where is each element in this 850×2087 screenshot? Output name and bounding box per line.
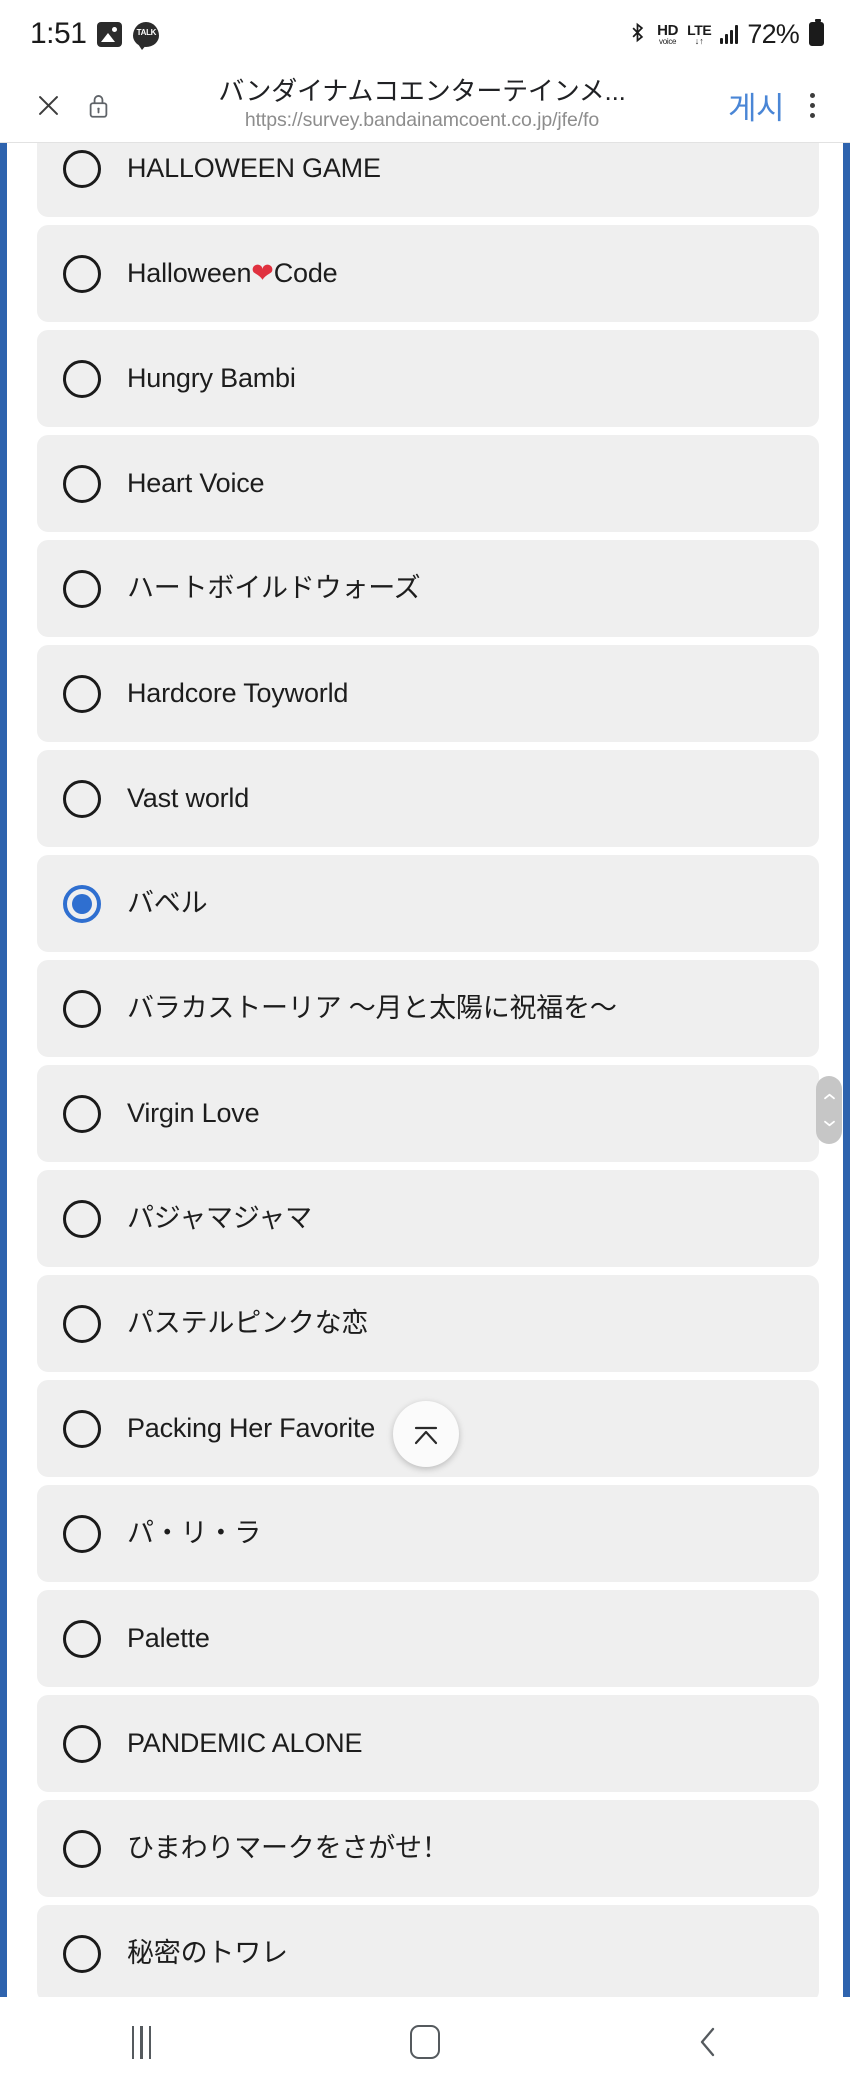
radio-button[interactable] (63, 1724, 101, 1763)
kakaotalk-icon-label: TALK (136, 28, 157, 37)
back-icon (701, 2027, 715, 2057)
radio-option-row[interactable]: バラカストーリア ～月と太陽に祝福を～ (37, 960, 819, 1057)
android-navigation-bar (0, 1997, 850, 2087)
radio-option-row[interactable]: Palette (37, 1590, 819, 1687)
signal-strength-icon (720, 24, 739, 44)
radio-button[interactable] (63, 254, 101, 293)
page-left-border (0, 143, 7, 1997)
close-icon[interactable] (24, 81, 72, 129)
radio-option-row[interactable]: バベル (37, 855, 819, 952)
radio-option-label: Palette (127, 1622, 210, 1653)
page-title: バンダイナムコエンターテインメ... (218, 77, 626, 107)
radio-button[interactable] (63, 464, 101, 503)
radio-option-row[interactable]: ひまわりマークをさがせ！ (37, 1800, 819, 1897)
lte-bottom: ↓↑ (694, 35, 704, 46)
radio-option-label: Vast world (127, 782, 250, 813)
label-text-before-heart: Halloween (127, 257, 252, 288)
back-button[interactable] (567, 1997, 850, 2087)
radio-option-row[interactable]: パ・リ・ラ (37, 1485, 819, 1582)
status-bar: 1:51 TALK HD voice LTE ↓↑ 72% (0, 0, 850, 68)
radio-button[interactable] (63, 1514, 101, 1553)
status-clock: 1:51 (30, 17, 87, 50)
radio-option-row[interactable]: PANDEMIC ALONE (37, 1695, 819, 1792)
radio-option-label: HALLOWEEN GAME (127, 152, 381, 183)
post-button[interactable]: 게시 (720, 83, 790, 128)
radio-option-label: Packing Her Favorite (127, 1412, 376, 1443)
radio-button[interactable] (63, 1934, 101, 1973)
status-bar-right: HD voice LTE ↓↑ 72% (627, 19, 824, 50)
photo-icon (97, 21, 123, 47)
radio-option-row[interactable]: パジャマジャマ (37, 1170, 819, 1267)
radio-option-label: 秘密のトワレ (127, 1937, 288, 1968)
kakaotalk-icon: TALK (133, 21, 160, 50)
page-right-border (843, 143, 850, 1997)
more-options-icon[interactable] (790, 81, 834, 129)
battery-percent-label: 72% (747, 18, 799, 49)
radio-option-label: Virgin Love (127, 1097, 260, 1128)
radio-option-label: Halloween❤Code (127, 257, 338, 289)
radio-option-row[interactable]: パステルピンクな恋 (37, 1275, 819, 1372)
radio-button[interactable] (63, 359, 101, 398)
radio-button[interactable] (63, 569, 101, 608)
radio-option-row[interactable]: 秘密のトワレ (37, 1905, 819, 1997)
radio-button[interactable] (63, 1829, 101, 1868)
radio-option-label: パジャマジャマ (127, 1202, 312, 1233)
heart-icon: ❤ (251, 257, 274, 288)
hd-voice-bottom: voice (659, 36, 677, 46)
address-bar[interactable]: バンダイナムコエンターテインメ... https://survey.bandai… (130, 77, 720, 132)
scrollbar-thumb[interactable] (816, 1076, 842, 1144)
lte-top: LTE (687, 21, 712, 38)
battery-icon (809, 19, 824, 46)
radio-option-row[interactable]: Heart Voice (37, 435, 819, 532)
radio-option-label: ひまわりマークをさがせ！ (127, 1832, 449, 1863)
radio-button[interactable] (63, 779, 101, 818)
webpage-viewport: HALLOWEEN GAME Halloween❤Code Hungry Bambi… (0, 143, 850, 1997)
radio-option-row[interactable]: HALLOWEEN GAME (37, 143, 819, 217)
radio-button[interactable] (63, 1619, 101, 1658)
radio-option-row[interactable]: Virgin Love (37, 1065, 819, 1162)
lte-icon: LTE ↓↑ (687, 21, 712, 46)
radio-button[interactable] (63, 1094, 101, 1133)
radio-option-label: PANDEMIC ALONE (127, 1727, 363, 1758)
radio-options-list: HALLOWEEN GAME Halloween❤Code Hungry Bambi… (37, 143, 819, 1997)
radio-option-row[interactable]: Vast world (37, 750, 819, 847)
radio-option-label: パステルピンクな恋 (127, 1307, 369, 1338)
hd-voice-top: HD (657, 21, 679, 39)
lock-icon[interactable] (78, 81, 118, 129)
radio-option-row[interactable]: ハートボイルドウォーズ (37, 540, 819, 637)
radio-option-label: Hardcore Toyworld (127, 677, 349, 708)
radio-button[interactable] (63, 149, 101, 188)
radio-option-label: パ・リ・ラ (127, 1517, 261, 1548)
radio-option-label: バベル (127, 887, 208, 918)
page-url: https://survey.bandainamcoent.co.jp/jfe/… (244, 109, 600, 132)
radio-button-selected[interactable] (63, 884, 101, 923)
browser-toolbar: バンダイナムコエンターテインメ... https://survey.bandai… (0, 68, 850, 143)
radio-button[interactable] (63, 1304, 101, 1343)
status-bar-left: 1:51 TALK (30, 17, 160, 51)
radio-button[interactable] (63, 989, 101, 1028)
radio-button[interactable] (63, 674, 101, 713)
hd-voice-icon: HD voice (657, 23, 678, 46)
radio-option-row[interactable]: Hungry Bambi (37, 330, 819, 427)
radio-button[interactable] (63, 1409, 101, 1448)
recent-apps-button[interactable] (0, 1997, 283, 2087)
label-text-after-heart: Code (273, 257, 338, 288)
radio-option-label: ハートボイルドウォーズ (127, 572, 421, 603)
phone-screen: 1:51 TALK HD voice LTE ↓↑ 72% バンダイナムコエンタ… (0, 0, 850, 2087)
radio-option-row[interactable]: Hardcore Toyworld (37, 645, 819, 742)
radio-option-label: Hungry Bambi (127, 362, 296, 393)
radio-option-row[interactable]: Halloween❤Code (37, 225, 819, 322)
bluetooth-icon (627, 22, 648, 47)
radio-option-label: Heart Voice (127, 467, 265, 498)
radio-option-label: バラカストーリア ～月と太陽に祝福を～ (127, 992, 617, 1023)
home-button[interactable] (283, 1997, 566, 2087)
scroll-to-top-button[interactable] (393, 1401, 459, 1467)
home-icon (409, 2025, 440, 2059)
recent-apps-icon (131, 2025, 152, 2059)
radio-button[interactable] (63, 1199, 101, 1238)
